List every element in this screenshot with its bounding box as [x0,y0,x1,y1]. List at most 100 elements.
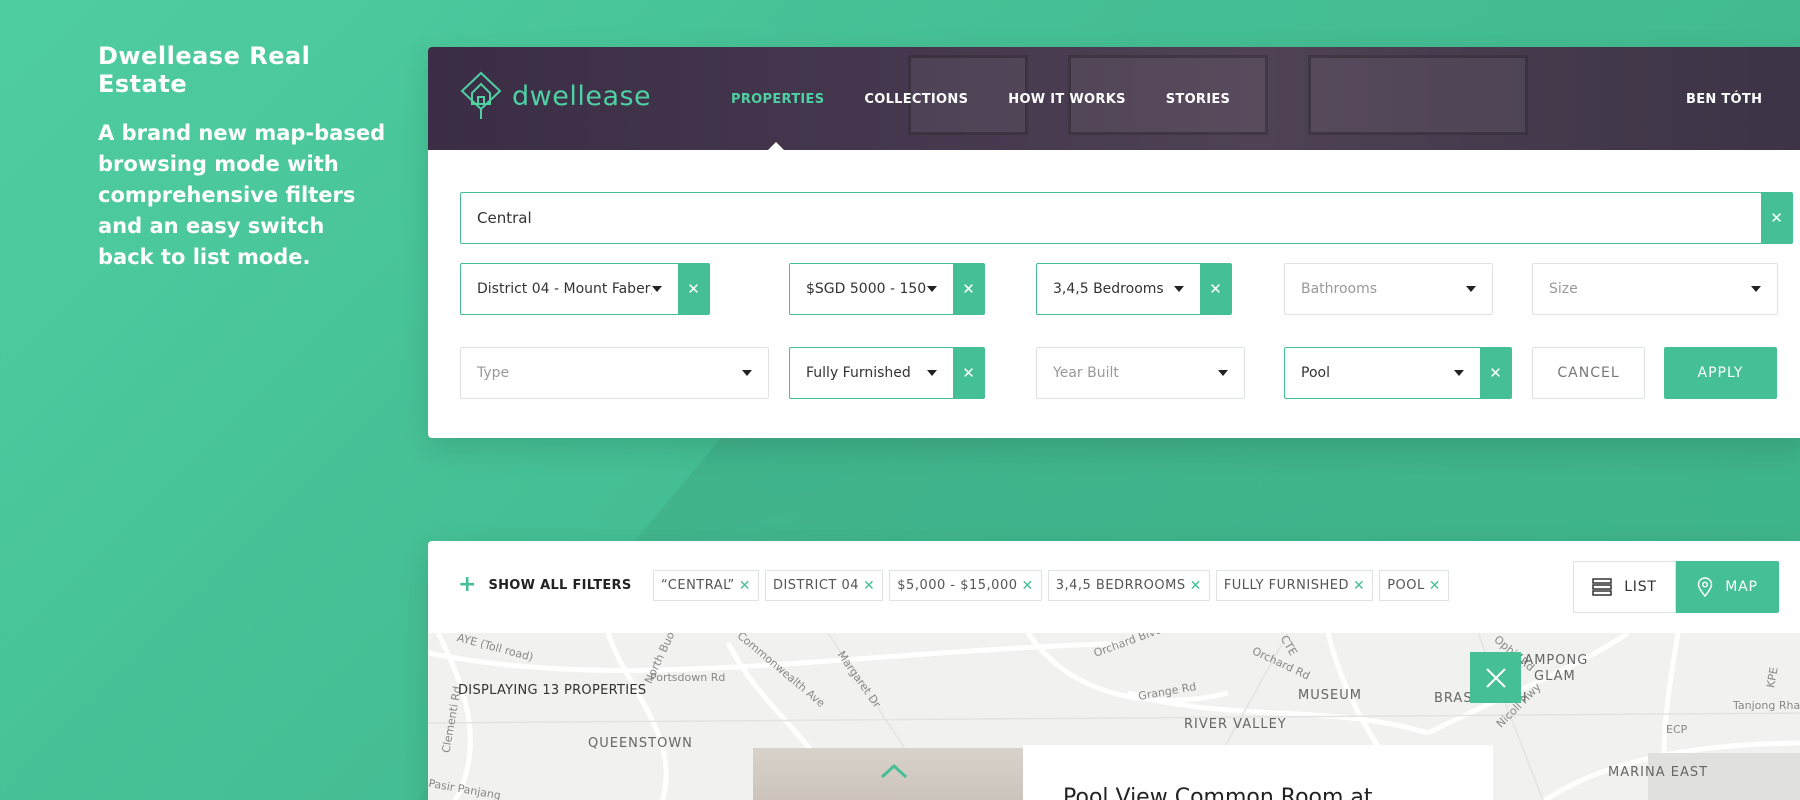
filter-chip[interactable]: FULLY FURNISHED ✕ [1215,570,1374,601]
map-view-label: MAP [1725,579,1758,595]
bathrooms-placeholder: Bathrooms [1301,281,1378,297]
district-value: District 04 - Mount Faber, Telok... [477,281,652,297]
results-count: DISPLAYING 13 PROPERTIES [458,683,647,698]
chevron-down-icon [1466,286,1476,292]
plus-icon: + [458,572,477,597]
intro-title: Dwellease Real Estate [98,42,311,98]
user-menu[interactable]: BEN TÓTH [1686,92,1762,107]
remove-chip-icon[interactable]: ✕ [1429,578,1441,594]
bedrooms-value: 3,4,5 Bedrooms [1053,281,1164,297]
map-label: Portsdown Rd [650,671,726,684]
map-label: RIVER VALLEY [1184,717,1287,732]
intro-description: A brand new map-based browsing mode with… [98,121,386,269]
chevron-down-icon [1174,286,1184,292]
close-icon [1485,667,1506,688]
filter-chip[interactable]: $5,000 - $15,000 ✕ [889,570,1042,601]
map-view[interactable]: AYE (Toll road) North Buona Portsdown Rd… [428,633,1800,800]
search-bar: ✕ [460,192,1793,244]
show-all-filters-label: SHOW ALL FILTERS [488,577,632,593]
bg-window [1308,55,1528,135]
map-label: Tanjong Rha [1733,699,1800,712]
apply-button[interactable]: APPLY [1664,347,1777,399]
filter-chip[interactable]: 3,4,5 BEDRROOMS ✕ [1047,570,1210,601]
chip-label: DISTRICT 04 [772,578,860,593]
filter-chip[interactable]: “CENTRAL” ✕ [653,570,759,601]
main-nav: PROPERTIES COLLECTIONS HOW IT WORKS STOR… [731,92,1230,107]
chevron-down-icon [1454,370,1464,376]
remove-chip-icon[interactable]: ✕ [739,578,751,594]
filter-chips: “CENTRAL” ✕ DISTRICT 04 ✕ $5,000 - $15,000… [653,570,1449,601]
chevron-down-icon [652,286,662,292]
search-input[interactable] [461,193,1761,243]
show-all-filters-button[interactable]: + SHOW ALL FILTERS [458,572,632,597]
filter-chip[interactable]: DISTRICT 04 ✕ [764,570,884,601]
bathrooms-select[interactable]: Bathrooms [1284,263,1493,315]
clear-amenity-button[interactable]: ✕ [1480,348,1511,398]
type-select[interactable]: Type [460,347,769,399]
clear-furnishing-button[interactable]: ✕ [953,348,984,398]
results-card: + SHOW ALL FILTERS “CENTRAL” ✕ DISTRICT 0… [428,541,1800,800]
chevron-down-icon [742,370,752,376]
year-built-select[interactable]: Year Built [1036,347,1245,399]
active-nav-indicator [768,142,784,150]
logo-text: dwellease [512,80,652,112]
active-filters-bar: + SHOW ALL FILTERS “CENTRAL” ✕ DISTRICT 0… [428,541,1800,633]
search-card: dwellease PROPERTIES COLLECTIONS HOW IT … [428,47,1800,438]
map-label: MUSEUM [1298,688,1362,703]
type-placeholder: Type [477,365,510,381]
chip-label: $5,000 - $15,000 [897,578,1018,593]
size-select[interactable]: Size [1532,263,1778,315]
chevron-down-icon [927,286,937,292]
view-toggle: LIST MAP [1573,561,1779,613]
remove-chip-icon[interactable]: ✕ [1190,578,1202,594]
size-placeholder: Size [1549,281,1578,297]
map-label: KAMPONG [1515,653,1589,668]
chevron-up-icon[interactable] [880,763,908,779]
nav-properties[interactable]: PROPERTIES [731,92,824,107]
furnishing-value: Fully Furnished [806,365,911,381]
list-icon [1592,578,1612,596]
chip-label: “CENTRAL” [661,578,735,593]
nav-stories[interactable]: STORIES [1166,92,1230,107]
furnishing-select[interactable]: Fully Furnished ✕ [789,347,985,399]
cancel-button[interactable]: CANCEL [1532,347,1645,399]
map-label: MARINA EAST [1608,765,1709,780]
map-label: GLAM [1534,669,1576,684]
price-value: $SGD 5000 - 15000 [806,281,927,297]
amenity-value: Pool [1301,365,1330,381]
clear-search-button[interactable]: ✕ [1761,193,1792,243]
district-select[interactable]: District 04 - Mount Faber, Telok... ✕ [460,263,710,315]
header-hero: dwellease PROPERTIES COLLECTIONS HOW IT … [428,47,1800,150]
chip-label: 3,4,5 BEDRROOMS [1055,578,1186,593]
chip-label: POOL [1387,578,1425,593]
house-logo-icon [460,71,502,119]
list-view-label: LIST [1624,579,1657,595]
map-label: ECP [1666,723,1688,736]
map-label: QUEENSTOWN [588,736,693,751]
remove-chip-icon[interactable]: ✕ [1353,578,1365,594]
clear-price-button[interactable]: ✕ [953,264,984,314]
clear-bedrooms-button[interactable]: ✕ [1200,264,1231,314]
map-pin-icon [1697,577,1713,597]
map-view-button[interactable]: MAP [1676,561,1779,613]
chevron-down-icon [1218,370,1228,376]
price-select[interactable]: $SGD 5000 - 15000 ✕ [789,263,985,315]
filter-chip[interactable]: POOL ✕ [1379,570,1449,601]
chevron-down-icon [1751,286,1761,292]
chip-label: FULLY FURNISHED [1223,578,1349,593]
remove-chip-icon[interactable]: ✕ [863,578,875,594]
intro-panel: Dwellease Real Estate A brand new map-ba… [98,42,398,273]
list-view-button[interactable]: LIST [1573,561,1676,613]
close-popup-button[interactable] [1470,652,1521,703]
property-popup: Pool View Common Room at [1023,745,1493,800]
nav-how-it-works[interactable]: HOW IT WORKS [1008,92,1125,107]
property-title[interactable]: Pool View Common Room at [1063,785,1373,800]
nav-collections[interactable]: COLLECTIONS [864,92,968,107]
clear-district-button[interactable]: ✕ [678,264,709,314]
bedrooms-select[interactable]: 3,4,5 Bedrooms ✕ [1036,263,1232,315]
remove-chip-icon[interactable]: ✕ [1021,578,1033,594]
year-built-placeholder: Year Built [1053,365,1119,381]
chevron-down-icon [927,370,937,376]
amenity-select[interactable]: Pool ✕ [1284,347,1512,399]
logo[interactable]: dwellease [460,71,651,121]
